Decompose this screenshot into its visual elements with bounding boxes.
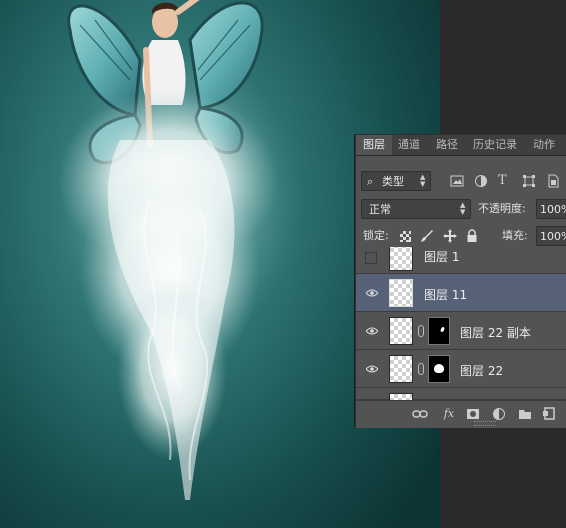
type-filter-icon[interactable]: T: [498, 174, 512, 188]
layer-thumbnail: [389, 393, 413, 400]
layer-name: 图层 1: [424, 250, 460, 264]
layer-row-partial[interactable]: [356, 388, 566, 400]
lock-position-icon[interactable]: [443, 229, 457, 243]
layer-name: 图层 22 副本: [460, 326, 531, 340]
layer-name: 图层 22: [460, 364, 504, 378]
opacity-input[interactable]: 100%: [536, 199, 566, 219]
fill-label: 填充:: [502, 229, 528, 242]
new-group-icon[interactable]: [518, 407, 532, 421]
blend-mode-select[interactable]: 正常 ▲ ▼: [361, 199, 471, 219]
opacity-label: 不透明度:: [478, 202, 526, 215]
layer-thumbnail: [389, 317, 413, 345]
mask-link-icon[interactable]: [418, 325, 424, 337]
layer-thumbnail: [389, 279, 413, 307]
smart-object-filter-icon[interactable]: [546, 174, 560, 188]
tab-layers[interactable]: 图层: [356, 135, 392, 155]
add-mask-icon[interactable]: [466, 407, 480, 421]
filter-kind-label: 类型: [382, 175, 404, 188]
tab-actions[interactable]: 动作: [533, 135, 555, 155]
eye-icon[interactable]: [366, 365, 378, 373]
layer-thumbnail: [389, 247, 413, 271]
blend-mode-value: 正常: [369, 203, 391, 216]
layer-list: 图层 1 图层 11 图层 22 副本 图层 22: [356, 247, 566, 400]
layer-row[interactable]: 图层 1: [356, 247, 566, 274]
layer-row[interactable]: 图层 22 副本: [356, 312, 566, 350]
layer-row[interactable]: 图层 22: [356, 350, 566, 388]
lock-transparent-pixels-icon[interactable]: [400, 231, 411, 242]
tab-paths[interactable]: 路径: [436, 135, 458, 155]
visibility-toggle-empty[interactable]: [365, 252, 377, 264]
new-adjustment-layer-icon[interactable]: [492, 407, 506, 421]
adjustment-filter-icon[interactable]: [474, 174, 488, 188]
spinner-icon: ▲ ▼: [460, 201, 466, 216]
spinner-icon: ▲ ▼: [420, 173, 426, 188]
shape-filter-icon[interactable]: [522, 174, 536, 188]
new-layer-icon[interactable]: [542, 407, 556, 421]
fx-icon[interactable]: fx: [440, 407, 458, 421]
layer-mask-thumbnail[interactable]: [428, 355, 450, 383]
tab-channels[interactable]: 通道: [398, 135, 420, 155]
link-layers-icon[interactable]: [412, 407, 428, 421]
lock-label: 锁定:: [363, 229, 389, 242]
eye-icon[interactable]: [366, 327, 378, 335]
panel-tab-bar: 图层 通道 路径 历史记录 动作: [356, 135, 566, 156]
image-filter-icon[interactable]: [450, 174, 464, 188]
lock-all-icon[interactable]: [466, 229, 478, 243]
layers-panel: 图层 通道 路径 历史记录 动作 ⌕ 类型 ▲ ▼ T 正常 ▲ ▼ 不透明度: 1…: [355, 134, 566, 428]
layer-mask-thumbnail[interactable]: [428, 317, 450, 345]
mask-link-icon[interactable]: [418, 363, 424, 375]
filter-kind-select[interactable]: ⌕ 类型 ▲ ▼: [361, 171, 431, 191]
lock-image-pixels-icon[interactable]: [420, 229, 434, 243]
layer-thumbnail: [389, 355, 413, 383]
fill-input[interactable]: 100%: [536, 226, 566, 246]
tab-history[interactable]: 历史记录: [473, 135, 517, 155]
search-icon: ⌕: [367, 175, 374, 188]
resize-grip[interactable]: [474, 421, 496, 426]
layer-name: 图层 11: [424, 288, 468, 302]
layer-row-selected[interactable]: 图层 11: [356, 274, 566, 312]
eye-icon[interactable]: [366, 289, 378, 297]
layers-panel-footer: fx: [356, 400, 566, 428]
